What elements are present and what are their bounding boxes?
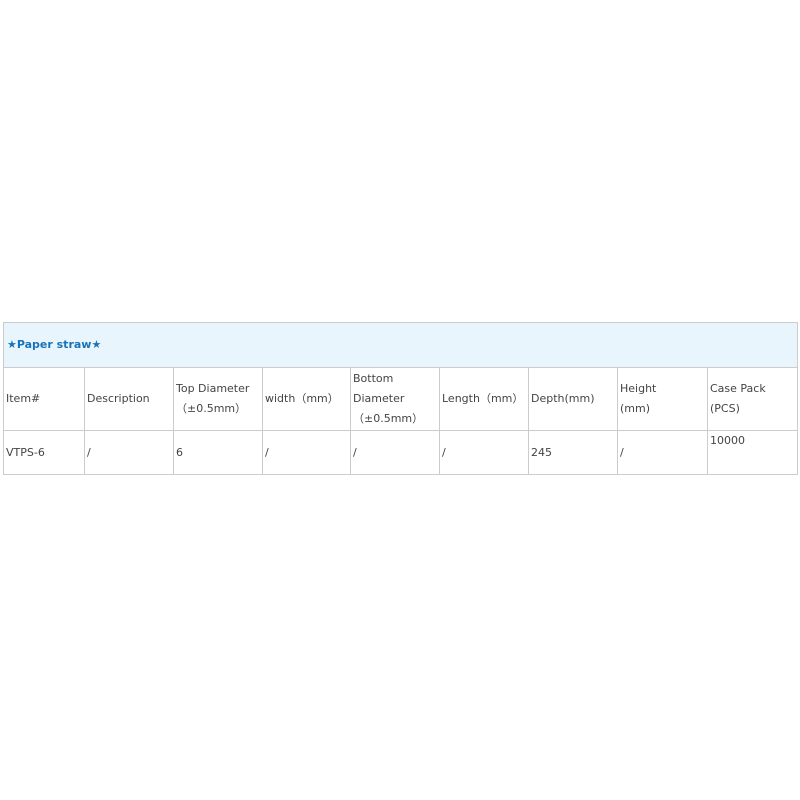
cell-length: / xyxy=(439,430,529,475)
cell-case-pack: 10000 xyxy=(706,430,799,475)
header-top-diameter: Top Diameter （±0.5mm） xyxy=(173,367,263,431)
header-case-pack: Case Pack (PCS) xyxy=(706,367,799,431)
cell-bottom-diameter: / xyxy=(350,430,440,475)
header-bottom-diameter: Bottom Diameter （±0.5mm） xyxy=(350,367,440,431)
header-height: Height (mm) xyxy=(617,367,708,431)
cell-item: VTPS-6 xyxy=(3,430,85,475)
header-description: Description xyxy=(84,367,174,431)
cell-height: / xyxy=(617,430,708,475)
cell-depth: 245 xyxy=(528,430,618,475)
cell-width: / xyxy=(262,430,351,475)
spec-table: ★Paper straw★ Item# Description Top Diam… xyxy=(2,322,799,475)
header-item: Item# xyxy=(3,367,85,431)
table-header-row: Item# Description Top Diameter （±0.5mm） w… xyxy=(3,367,799,431)
header-length: Length（mm） xyxy=(439,367,529,431)
cell-top-diameter: 6 xyxy=(173,430,263,475)
table-row: VTPS-6 / 6 / / / 245 / 10000 xyxy=(3,430,799,475)
header-depth: Depth(mm) xyxy=(528,367,618,431)
table-title-row: ★Paper straw★ xyxy=(2,322,799,368)
table-title: ★Paper straw★ xyxy=(2,322,799,368)
cell-description: / xyxy=(84,430,174,475)
header-width: width（mm） xyxy=(262,367,351,431)
